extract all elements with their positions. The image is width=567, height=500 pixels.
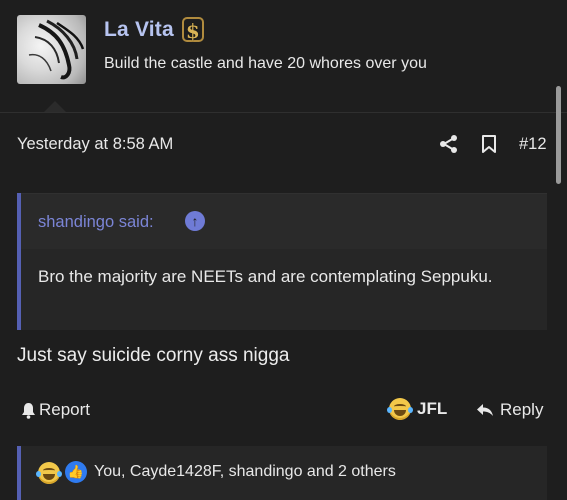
arrow-up-circle-icon[interactable]: ↑ <box>185 211 205 231</box>
quote-header: shandingo said: ↑ <box>21 193 547 249</box>
laughing-crying-emoji-icon <box>387 398 413 420</box>
reactions-bar[interactable]: 👍 You, Cayde1428F, shandingo and 2 other… <box>17 446 547 500</box>
share-icon[interactable] <box>439 134 459 154</box>
thumbs-up-icon: 👍 <box>65 461 87 483</box>
user-name-row: La Vita $ <box>104 17 204 43</box>
divider <box>0 112 567 113</box>
quote-text: Bro the majority are NEETs and are conte… <box>38 267 493 286</box>
dollar-badge-icon: $ <box>181 17 204 43</box>
reaction-laugh <box>36 462 66 484</box>
reply-label: Reply <box>500 400 544 419</box>
user-title: Build the castle and have 20 whores over… <box>104 55 427 72</box>
post-body: Just say suicide corny ass nigga <box>17 345 290 366</box>
post-number[interactable]: #12 <box>519 135 547 154</box>
username-link[interactable]: La Vita <box>104 18 174 42</box>
tear-left <box>36 471 41 477</box>
reply-arrow-icon <box>477 404 493 416</box>
quote-author[interactable]: shandingo said: <box>38 213 154 232</box>
reaction-label: JFL <box>417 399 448 418</box>
reply-button[interactable]: Reply <box>476 400 543 420</box>
tear-right <box>408 407 413 413</box>
tear-right <box>57 471 62 477</box>
laughing-crying-emoji-icon <box>36 462 62 484</box>
bell-icon <box>22 402 35 419</box>
tear-left <box>387 407 392 413</box>
reaction-button[interactable]: JFL <box>387 398 448 420</box>
reactions-summary[interactable]: You, Cayde1428F, shandingo and 2 others <box>94 463 396 481</box>
bookmark-icon[interactable] <box>481 134 497 154</box>
quote-block: shandingo said: ↑ Bro the majority are N… <box>17 193 547 330</box>
report-button[interactable]: Report <box>21 400 90 420</box>
scrollbar[interactable] <box>556 86 561 184</box>
avatar[interactable] <box>17 15 86 84</box>
avatar-image <box>28 19 85 80</box>
report-label: Report <box>39 400 91 419</box>
post-timestamp[interactable]: Yesterday at 8:58 AM <box>17 135 173 154</box>
